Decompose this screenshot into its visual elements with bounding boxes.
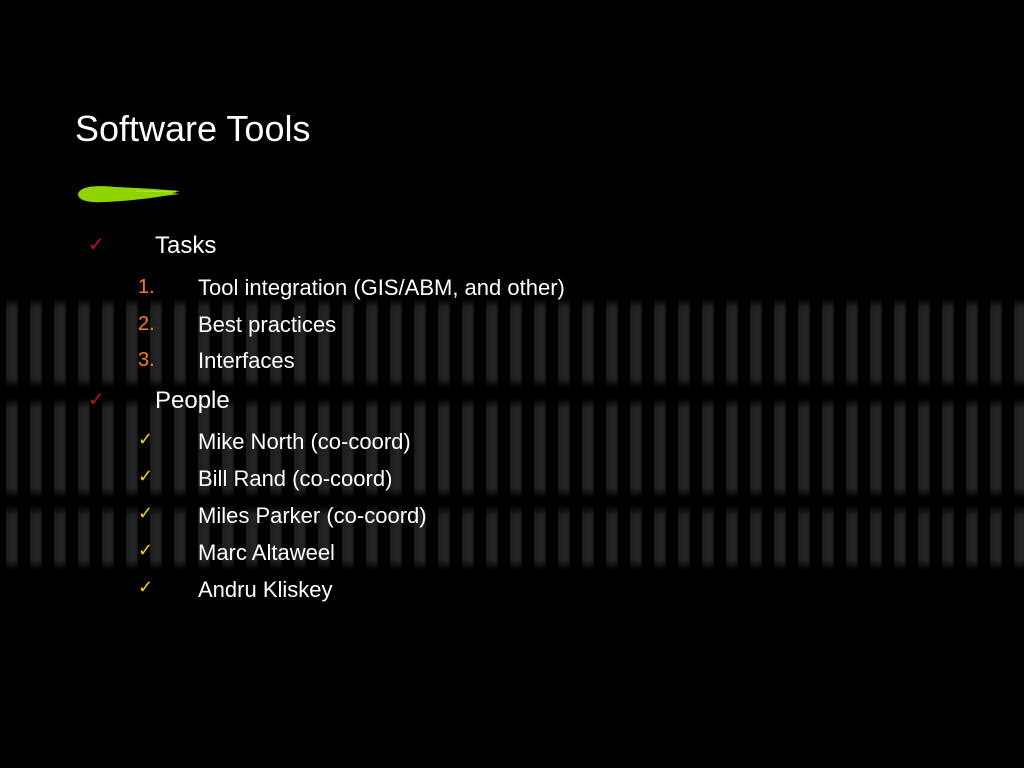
list-number: 2. — [138, 313, 155, 335]
background-stripes — [0, 298, 1024, 388]
list-item-text: Miles Parker (co-coord) — [198, 503, 427, 528]
check-icon: ✓ — [138, 540, 154, 560]
list-item-text: Best practices — [198, 312, 337, 337]
section-label: People — [155, 387, 230, 414]
list-item-text: Marc Altaweel — [198, 540, 335, 565]
list-item-text: Bill Rand (co-coord) — [198, 466, 393, 491]
list-item-text: Andru Kliskey — [198, 577, 333, 602]
list-item-text: Mike North (co-coord) — [198, 429, 411, 454]
check-icon: ✓ — [88, 389, 105, 411]
check-icon: ✓ — [138, 503, 154, 523]
check-icon: ✓ — [138, 577, 154, 597]
list-item-text: Interfaces — [198, 348, 295, 373]
slide-title: Software Tools — [75, 108, 311, 149]
list-number: 1. — [138, 276, 155, 298]
section-label: Tasks — [155, 232, 217, 259]
list-number: 3. — [138, 349, 155, 371]
brush-stroke-decoration — [78, 186, 180, 203]
slide: Software Tools ✓ Tasks 1. Tool integrati… — [0, 0, 1024, 768]
check-icon: ✓ — [88, 234, 105, 256]
background-stripes — [0, 505, 1024, 570]
list-item-text: Tool integration (GIS/ABM, and other) — [198, 275, 565, 300]
check-icon: ✓ — [138, 466, 154, 486]
check-icon: ✓ — [138, 429, 154, 449]
background-stripes — [0, 398, 1024, 498]
